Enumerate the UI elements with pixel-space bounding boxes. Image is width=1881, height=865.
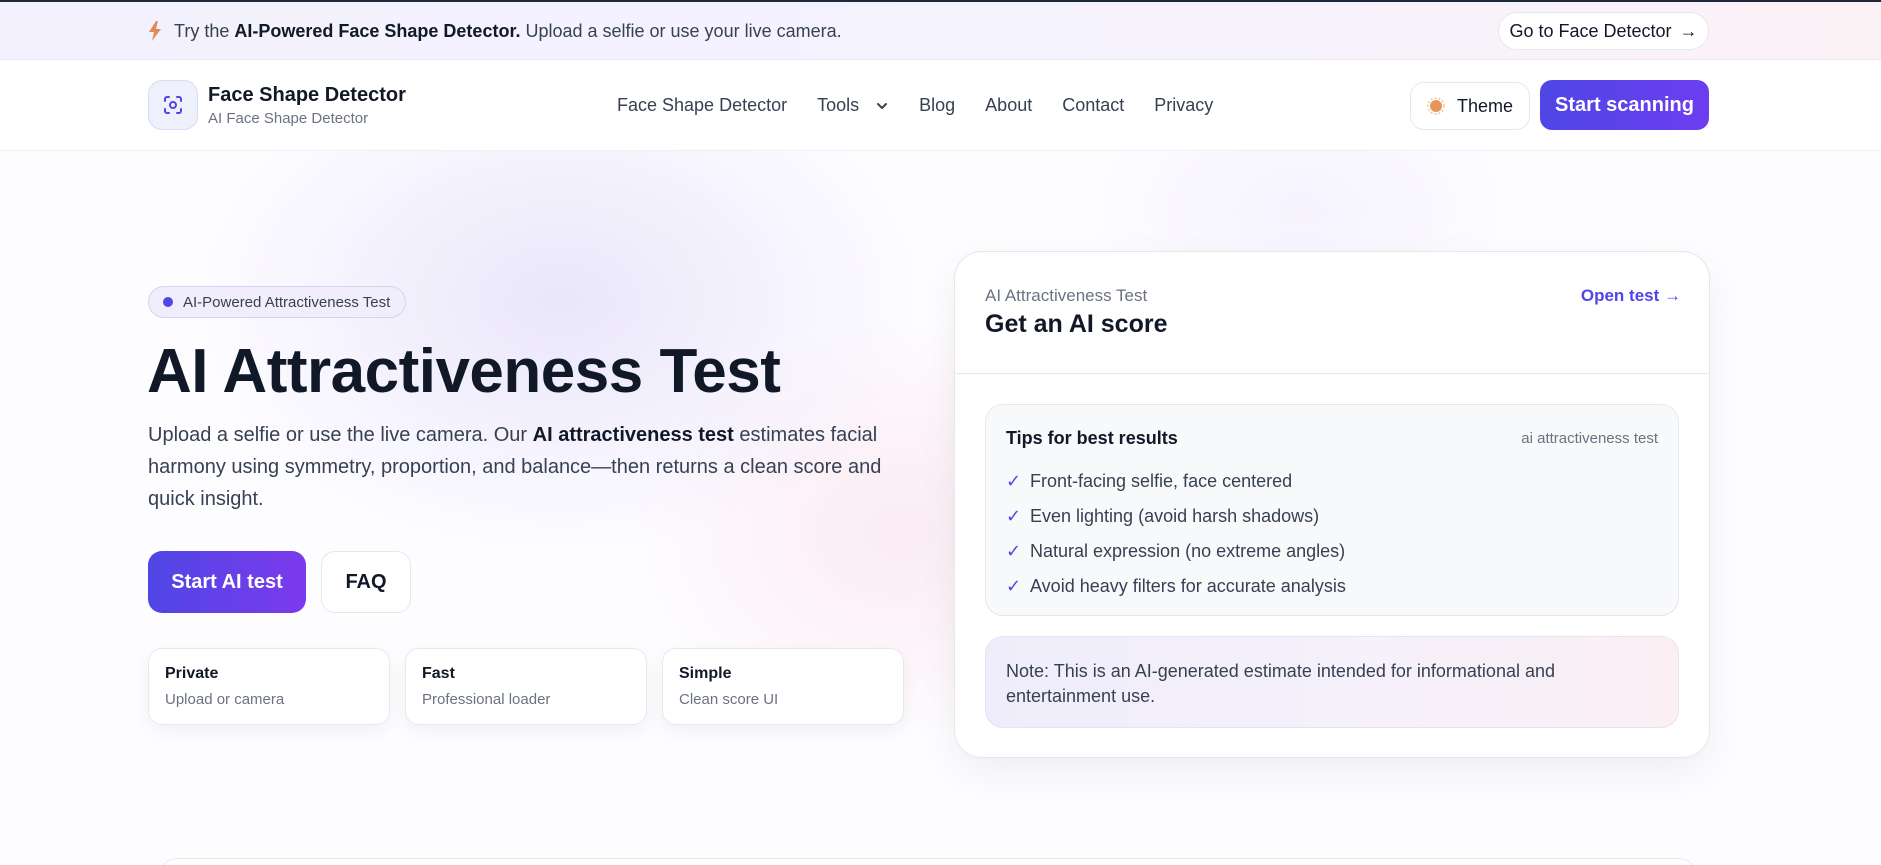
hero-desc-bold: AI attractiveness test [532,424,734,446]
nav-contact[interactable]: Contact [1062,95,1124,116]
tips-title: Tips for best results [1006,428,1178,448]
card-divider [955,373,1709,374]
lightning-bolt-icon [149,21,161,41]
feature-title: Simple [679,665,732,682]
list-item: ✓ Front-facing selfie, face centered [1006,464,1346,499]
start-ai-test-button[interactable]: Start AI test [148,551,306,613]
tip-text: Avoid heavy filters for accurate analysi… [1030,576,1346,596]
tips-tag: ai attractiveness test [1521,430,1658,447]
ai-score-card: AI Attractiveness Test Get an AI score O… [954,251,1710,758]
faq-button[interactable]: FAQ [321,551,411,613]
arrow-right-icon: → [1679,20,1698,41]
start-scanning-button[interactable]: Start scanning [1540,80,1709,130]
theme-label: Theme [1456,95,1514,116]
next-section-card [158,858,1698,865]
feature-subtitle: Clean score UI [679,691,779,708]
badge-dot-icon [163,297,173,307]
nav-tools-label: Tools [817,95,860,115]
tip-text: Natural expression (no extreme angles) [1030,541,1346,561]
nav-privacy[interactable]: Privacy [1154,95,1213,116]
announcement-pre: Try the [174,20,230,41]
chevron-down-icon [877,102,888,109]
nav-about[interactable]: About [985,95,1032,116]
check-icon: ✓ [1006,576,1022,596]
disclaimer-note: Note: This is an AI-generated estimate i… [985,636,1679,728]
nav-tools[interactable]: Tools [817,95,889,116]
hero-badge-label: AI-Powered Attractiveness Test [183,293,391,311]
feature-subtitle: Upload or camera [165,691,285,708]
list-item: ✓ Avoid heavy filters for accurate analys… [1006,569,1346,604]
nav-blog[interactable]: Blog [919,95,955,116]
open-test-link[interactable]: Open test → [1581,286,1681,306]
list-item: ✓ Natural expression (no extreme angles) [1006,534,1346,569]
announcement-bar: Try the AI-Powered Face Shape Detector. … [0,2,1881,60]
go-to-face-detector-label: Go to Face Detector [1509,20,1672,41]
announcement-text: Try the AI-Powered Face Shape Detector. … [148,2,842,60]
feature-card-fast: Fast Professional loader [405,648,647,725]
logo[interactable] [148,80,198,130]
feature-card-simple: Simple Clean score UI [662,648,904,725]
check-icon: ✓ [1006,541,1022,561]
list-item: ✓ Even lighting (avoid harsh shadows) [1006,499,1346,534]
check-icon: ✓ [1006,506,1022,526]
theme-toggle-button[interactable]: Theme [1410,82,1530,130]
brand-subtitle: AI Face Shape Detector [208,110,369,127]
go-to-face-detector-button[interactable]: Go to Face Detector → [1498,12,1709,50]
card-subtitle: AI Attractiveness Test [985,286,1148,305]
announcement-post: Upload a selfie or use your live camera. [525,20,842,41]
card-title: Get an AI score [985,310,1168,338]
main-nav: Face Shape Detector Tools Blog About Con… [617,60,1243,151]
site-header: Face Shape Detector AI Face Shape Detect… [0,60,1881,151]
page-title: AI Attractiveness Test [147,337,781,406]
feature-title: Fast [422,665,455,682]
hero-desc-pre: Upload a selfie or use the live camera. … [148,424,528,446]
sun-icon [1427,97,1445,115]
tips-list: ✓ Front-facing selfie, face centered ✓ Eve… [1006,464,1346,604]
brand-title[interactable]: Face Shape Detector [208,84,406,107]
tips-panel: Tips for best results ai attractiveness … [985,404,1679,616]
tip-text: Front-facing selfie, face centered [1030,471,1293,491]
feature-title: Private [165,665,219,682]
announcement-bold: AI-Powered Face Shape Detector. [234,20,521,41]
check-icon: ✓ [1006,471,1022,491]
tip-text: Even lighting (avoid harsh shadows) [1030,506,1320,526]
feature-subtitle: Professional loader [422,691,551,708]
hero-badge: AI-Powered Attractiveness Test [148,286,407,318]
hero-description: Upload a selfie or use the live camera. … [148,419,898,515]
feature-card-private: Private Upload or camera [148,648,390,725]
nav-face-shape-detector[interactable]: Face Shape Detector [617,95,787,116]
face-scan-icon [164,96,182,114]
